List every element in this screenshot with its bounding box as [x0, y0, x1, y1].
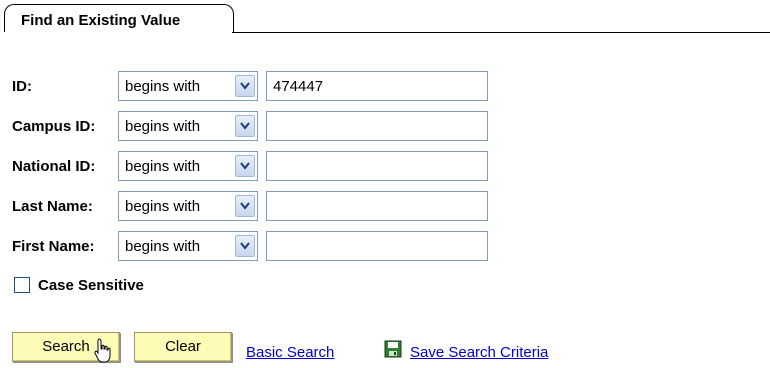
case-sensitive-checkbox[interactable] [14, 277, 30, 293]
last-name-operator-value: begins with [125, 198, 201, 215]
national-id-operator-select[interactable]: begins with [118, 151, 258, 181]
chevron-down-icon[interactable] [235, 195, 255, 217]
national-id-label: National ID: [12, 158, 96, 175]
hand-pointer-icon [94, 338, 111, 363]
campus-id-input[interactable] [266, 111, 488, 141]
search-row-id: ID: begins with [0, 70, 770, 104]
save-icon[interactable] [384, 340, 402, 358]
chevron-down-icon[interactable] [235, 235, 255, 257]
id-operator-value: begins with [125, 78, 201, 95]
basic-search-link[interactable]: Basic Search [246, 344, 334, 361]
campus-id-label: Campus ID: [12, 118, 96, 135]
first-name-operator-value: begins with [125, 238, 201, 255]
campus-id-operator-value: begins with [125, 118, 201, 135]
search-row-first-name: First Name: begins with [0, 230, 770, 264]
national-id-input[interactable] [266, 151, 488, 181]
tab-title: Find an Existing Value [21, 12, 181, 29]
id-input[interactable] [266, 71, 488, 101]
clear-button[interactable]: Clear [134, 332, 232, 362]
chevron-down-icon[interactable] [235, 115, 255, 137]
id-label: ID: [12, 78, 32, 95]
case-sensitive-label: Case Sensitive [38, 277, 144, 294]
last-name-label: Last Name: [12, 198, 93, 215]
chevron-down-icon[interactable] [235, 75, 255, 97]
first-name-label: First Name: [12, 238, 95, 255]
last-name-input[interactable] [266, 191, 488, 221]
tab-find-existing-value[interactable]: Find an Existing Value [4, 4, 234, 32]
chevron-down-icon[interactable] [235, 155, 255, 177]
first-name-operator-select[interactable]: begins with [118, 231, 258, 261]
search-row-campus-id: Campus ID: begins with [0, 110, 770, 144]
search-row-national-id: National ID: begins with [0, 150, 770, 184]
last-name-operator-select[interactable]: begins with [118, 191, 258, 221]
tab-divider [232, 32, 770, 33]
search-row-last-name: Last Name: begins with [0, 190, 770, 224]
save-search-criteria-link[interactable]: Save Search Criteria [410, 344, 548, 361]
national-id-operator-value: begins with [125, 158, 201, 175]
id-operator-select[interactable]: begins with [118, 71, 258, 101]
first-name-input[interactable] [266, 231, 488, 261]
campus-id-operator-select[interactable]: begins with [118, 111, 258, 141]
case-sensitive-option[interactable]: Case Sensitive [12, 275, 212, 297]
